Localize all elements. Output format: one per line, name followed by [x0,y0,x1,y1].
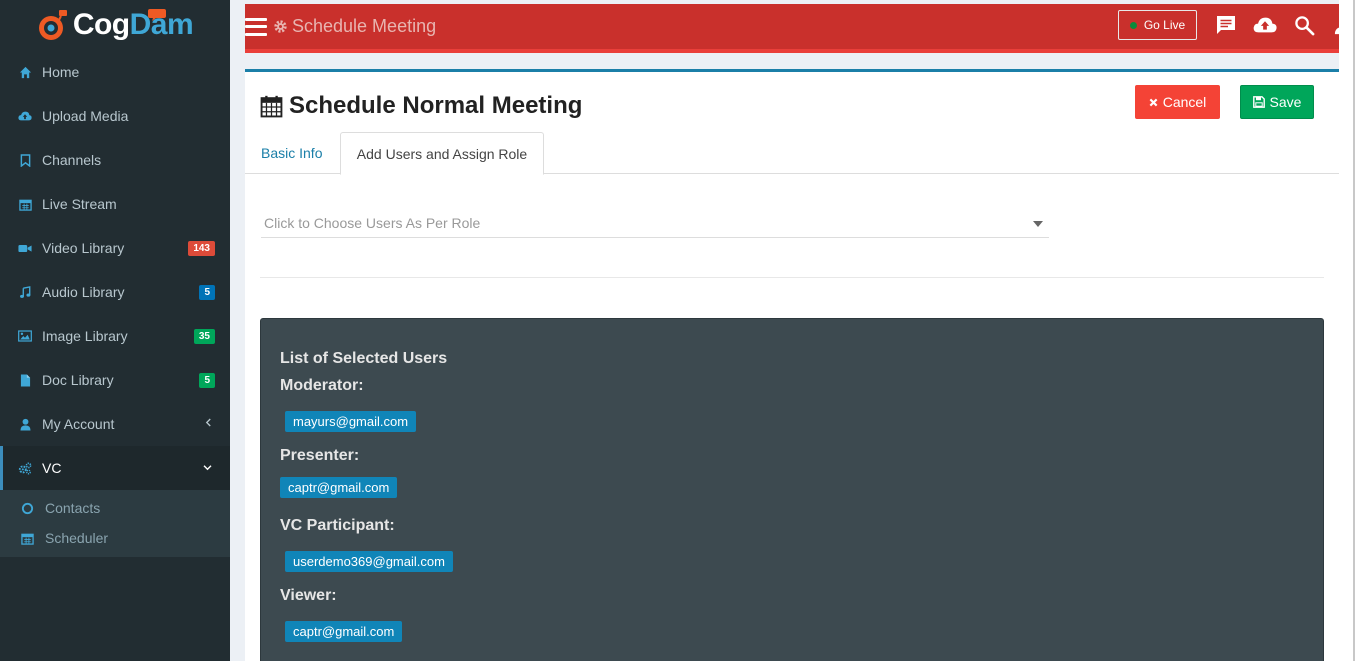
sidebar-item-audio-library[interactable]: Audio Library 5 [0,270,230,314]
sidebar-item-home[interactable]: Home [0,50,230,94]
sidebar-item-label: Upload Media [42,108,129,124]
music-icon [18,285,32,299]
chevron-down-icon [203,460,212,474]
tab-basic-info[interactable]: Basic Info [261,132,322,174]
sidebar-nav: Home Upload Media Channels Live Stream V… [0,50,230,490]
image-count-badge: 35 [193,329,215,344]
header-title-text: Schedule Meeting [292,16,437,36]
cloud-upload-icon[interactable] [1253,13,1277,37]
calendar-icon [20,531,34,545]
cancel-button[interactable]: Cancel [1135,85,1220,119]
home-icon [18,65,32,79]
top-header: Schedule Meeting Go Live [245,4,1352,53]
video-count-badge: 143 [188,241,215,256]
sidebar-item-label: Video Library [42,240,125,256]
go-live-label: Go Live [1143,18,1186,32]
user-icon [18,417,32,431]
live-dot-icon [1129,21,1137,29]
chevron-left-icon [205,416,212,430]
sidebar-subitem-label: Scheduler [45,530,109,546]
schedule-meeting-panel: Schedule Normal Meeting Cancel Save Basi… [245,69,1339,661]
caret-down-icon [1033,221,1043,227]
role-label-viewer: Viewer: [280,587,337,604]
role-label-moderator: Moderator: [280,377,364,394]
save-button[interactable]: Save [1240,85,1314,119]
sidebar-item-label: VC [42,460,62,476]
search-icon[interactable] [1292,13,1316,37]
menu-toggle-icon[interactable] [245,17,267,36]
page-title-text: Schedule Normal Meeting [289,92,583,119]
sidebar-item-label: Doc Library [42,372,114,388]
sidebar-item-scheduler[interactable]: Scheduler [0,523,230,553]
calendar-icon [18,197,32,211]
gears-icon [18,461,32,475]
image-icon [18,329,32,343]
sidebar-item-video-library[interactable]: Video Library 143 [0,226,230,270]
close-icon [1149,98,1158,107]
role-label-vc-participant: VC Participant: [280,517,395,534]
brand-name: CogDam [72,8,194,41]
user-chip[interactable]: mayurs@gmail.com [285,411,417,432]
sidebar-item-label: Channels [42,152,102,168]
sidebar-item-my-account[interactable]: My Account [0,402,230,446]
chat-icon[interactable] [1214,13,1238,37]
window-scrollbar[interactable] [1339,0,1357,661]
sidebar-item-image-library[interactable]: Image Library 35 [0,314,230,358]
sidebar-item-label: Audio Library [42,284,125,300]
choose-users-select[interactable]: Click to Choose Users As Per Role [261,209,1049,238]
logo-mark-icon [38,10,67,40]
sidebar-item-doc-library[interactable]: Doc Library 5 [0,358,230,402]
document-icon [18,373,32,387]
gear-icon [273,19,288,34]
circle-icon [20,501,34,515]
calendar-icon [260,95,283,118]
role-label-presenter: Presenter: [280,447,360,464]
sidebar-item-channels[interactable]: Channels [0,138,230,182]
choose-users-placeholder: Click to Choose Users As Per Role [264,215,481,231]
sidebar-item-live-stream[interactable]: Live Stream [0,182,230,226]
speech-bubble-icon [148,9,166,21]
header-title: Schedule Meeting [273,16,436,37]
form-tabs: Basic Info Add Users and Assign Role [245,129,1339,175]
tab-add-users[interactable]: Add Users and Assign Role [340,132,544,175]
audio-count-badge: 5 [199,285,215,300]
selected-users-heading: List of Selected Users [280,350,448,367]
page-title: Schedule Normal Meeting [260,92,582,120]
sidebar-item-contacts[interactable]: Contacts [0,493,230,523]
sidebar-item-label: My Account [42,416,115,432]
sidebar-item-label: Image Library [42,328,128,344]
vc-submenu: Contacts Scheduler [0,490,230,557]
floppy-disk-icon [1252,96,1265,108]
sidebar-item-label: Home [42,64,80,80]
selected-users-panel: List of Selected Users Moderator: mayurs… [260,318,1324,661]
brand-logo[interactable]: CogDam [0,0,230,50]
save-label: Save [1269,94,1302,110]
user-chip[interactable]: captr@gmail.com [285,621,403,642]
doc-count-badge: 5 [199,373,215,388]
video-camera-icon [18,241,32,255]
divider [260,277,1324,278]
sidebar-subitem-label: Contacts [45,500,101,516]
user-chip[interactable]: captr@gmail.com [280,477,398,498]
bookmark-icon [18,153,32,167]
sidebar-item-upload-media[interactable]: Upload Media [0,94,230,138]
sidebar-item-vc[interactable]: VC [0,446,230,490]
sidebar: CogDam Home Upload Media Channels Live S… [0,0,230,661]
go-live-button[interactable]: Go Live [1118,10,1197,40]
sidebar-item-label: Live Stream [42,196,117,212]
user-chip[interactable]: userdemo369@gmail.com [285,551,453,572]
cancel-label: Cancel [1162,94,1207,110]
cloud-upload-icon [18,109,32,123]
